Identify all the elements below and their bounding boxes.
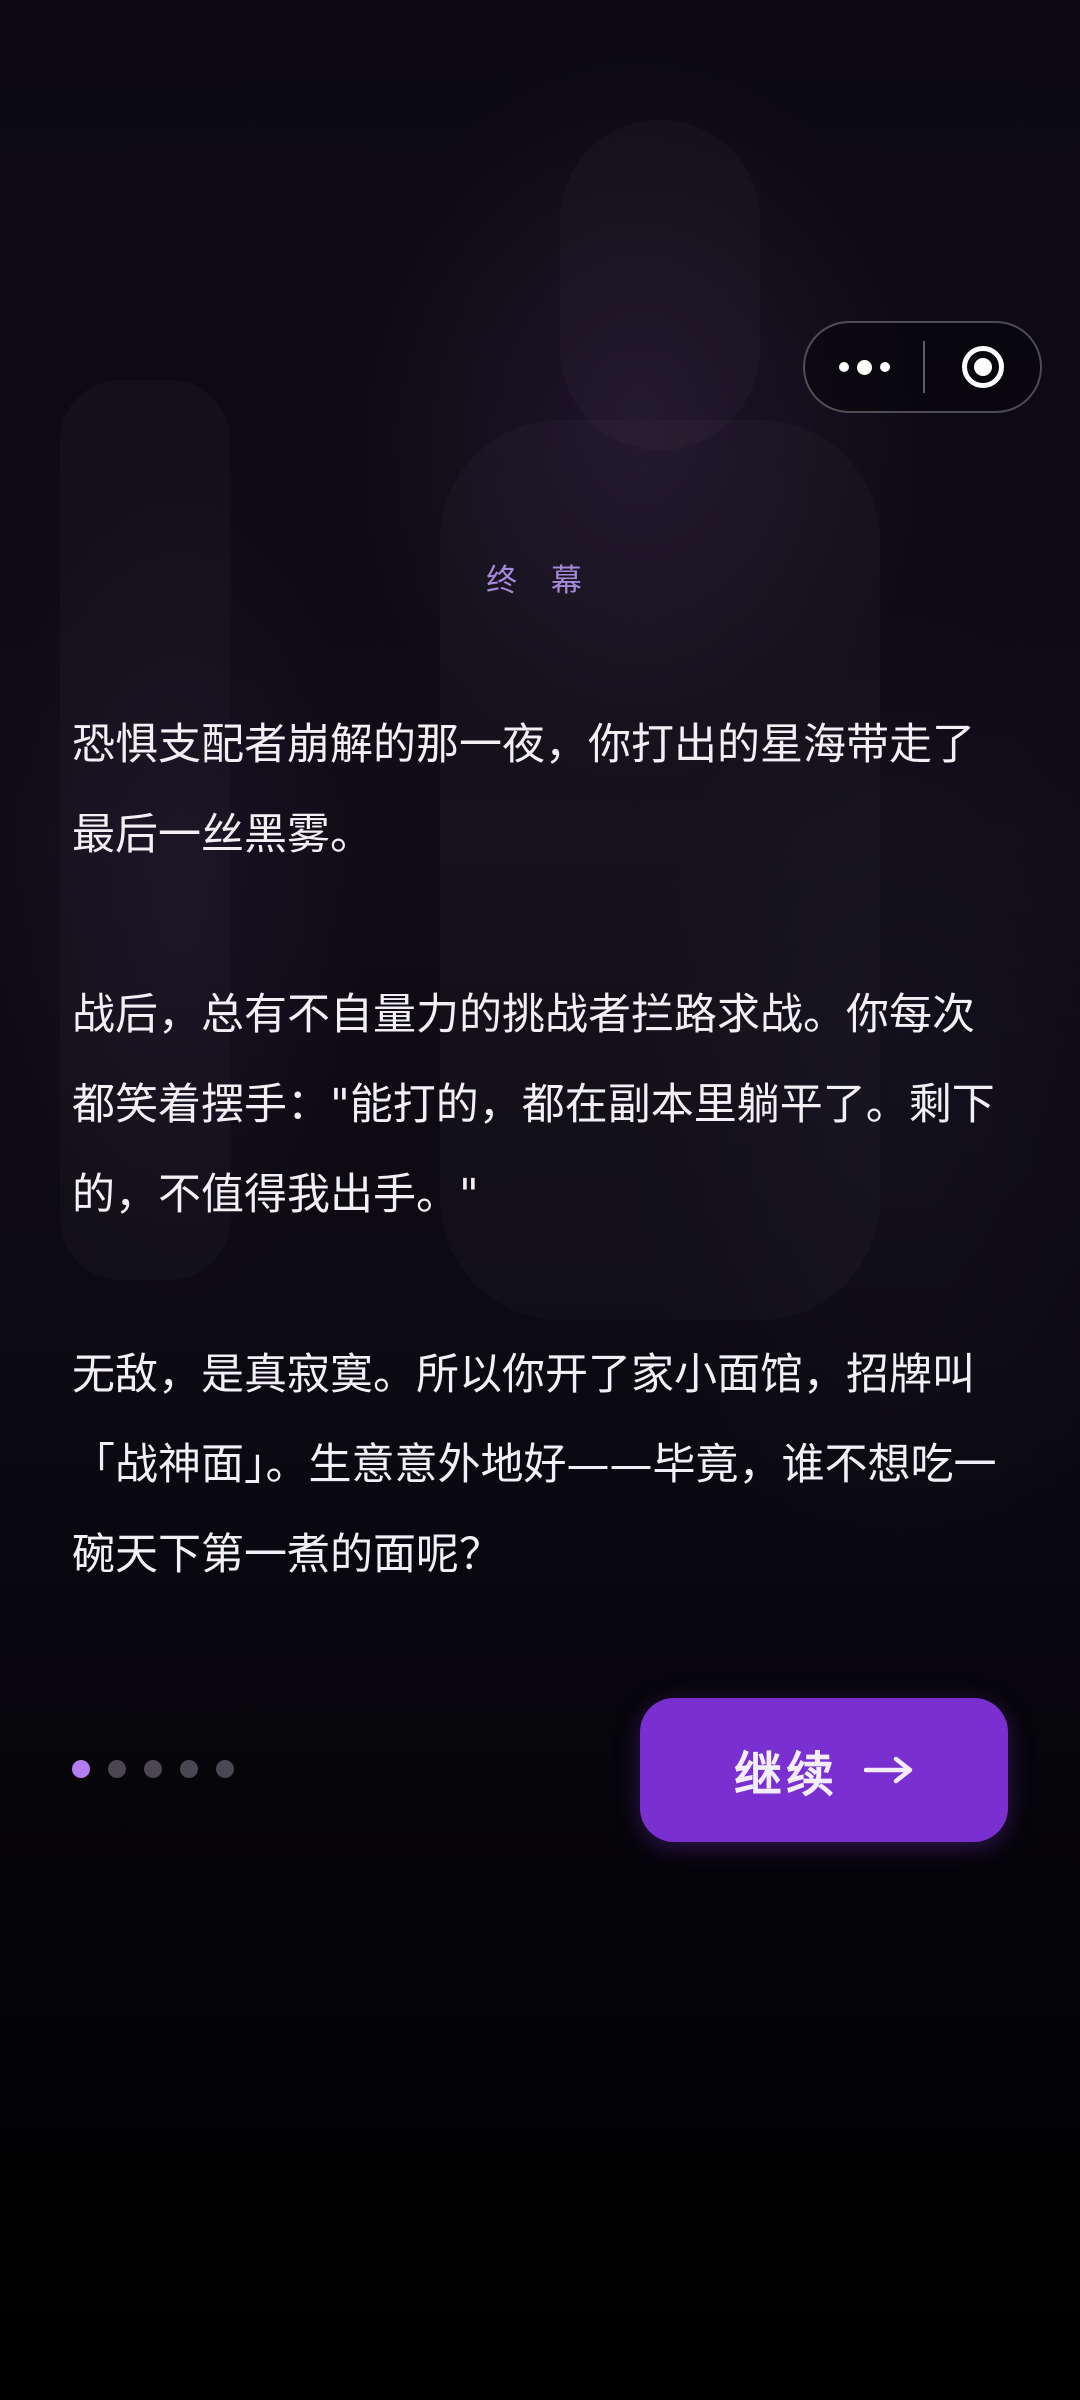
page-dot — [180, 1760, 198, 1778]
arrow-right-icon — [864, 1756, 913, 1784]
target-circle-icon — [961, 346, 1004, 388]
background-figure — [560, 120, 760, 450]
page-dot — [108, 1760, 126, 1778]
continue-button[interactable]: 继续 — [640, 1698, 1008, 1842]
page-dot-active — [72, 1760, 90, 1778]
chapter-title: 终 幕 — [486, 563, 594, 599]
mini-program-capsule — [803, 321, 1042, 413]
page-indicator — [72, 1760, 234, 1778]
more-dots-icon — [838, 362, 849, 372]
story-paragraph: 恐惧支配者崩解的那一夜，你打出的星海带走了最后一丝黑雾。 — [72, 720, 975, 860]
continue-label: 继续 — [733, 1747, 838, 1803]
more-button[interactable] — [805, 323, 923, 411]
story-paragraph: 战后，总有不自量力的挑战者拦路求战。你每次都笑着摆手："能打的，都在副本里躺平了… — [72, 990, 995, 1220]
close-mini-program-button[interactable] — [925, 323, 1040, 411]
story-paragraph: 无敌，是真寂寞。所以你开了家小面馆，招牌叫「战神面」。生意意外地好——毕竟，谁不… — [72, 1350, 997, 1580]
page-dot — [216, 1760, 234, 1778]
story-text: 恐惧支配者崩解的那一夜，你打出的星海带走了最后一丝黑雾。 战后，总有不自量力的挑… — [72, 700, 1002, 1690]
page-dot — [144, 1760, 162, 1778]
more-dots-icon-right — [879, 362, 890, 372]
more-dots-icon-center — [856, 359, 872, 375]
target-circle-icon-core — [973, 358, 992, 376]
